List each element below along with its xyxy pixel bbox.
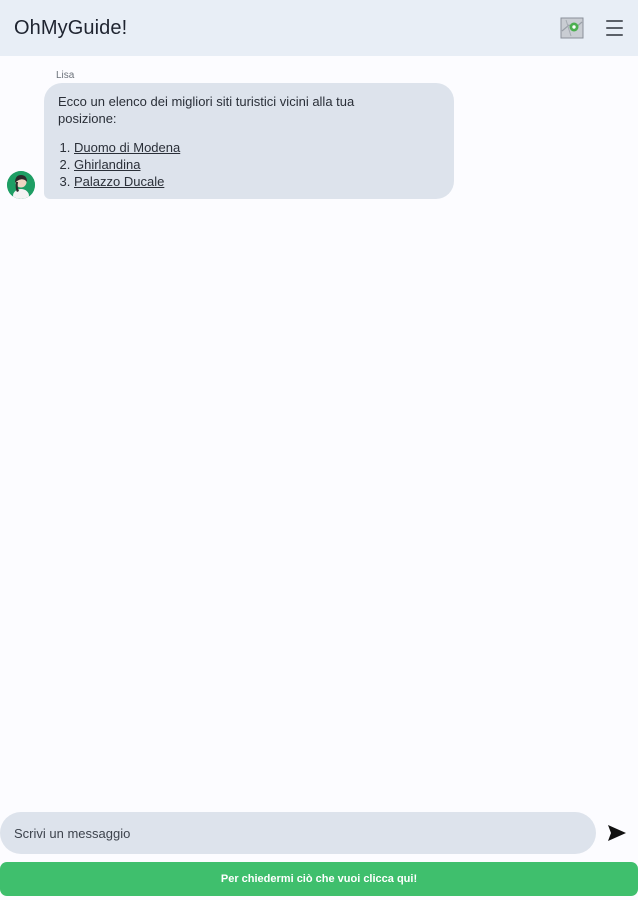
list-item: Duomo di Modena: [74, 139, 438, 156]
list-item: Palazzo Ducale: [74, 173, 438, 190]
menu-button[interactable]: [601, 15, 627, 41]
chat-message-bubble: Ecco un elenco dei migliori siti turisti…: [44, 83, 454, 199]
app-title: OhMyGuide!: [14, 17, 128, 39]
message-text: Ecco un elenco dei migliori siti turisti…: [58, 94, 355, 126]
list-item: Ghirlandina: [74, 156, 438, 173]
message-input[interactable]: [0, 812, 596, 854]
app-header: OhMyGuide!: [0, 0, 638, 56]
hamburger-menu-icon: [605, 20, 623, 36]
site-link-palazzo[interactable]: Palazzo Ducale: [74, 174, 164, 189]
send-button[interactable]: [606, 822, 628, 844]
map-icon: [560, 17, 584, 39]
map-button[interactable]: [559, 15, 585, 41]
guide-avatar-icon: [7, 171, 35, 199]
guide-avatar: [7, 171, 35, 199]
send-icon: [608, 825, 626, 841]
site-link-ghirlandina[interactable]: Ghirlandina: [74, 157, 141, 172]
message-sender: Lisa: [56, 70, 75, 81]
ask-anything-button[interactable]: Per chiedermi ciò che vuoi clicca qui!: [0, 862, 638, 896]
site-list: Duomo di Modena Ghirlandina Palazzo Duca…: [58, 139, 438, 190]
site-link-duomo[interactable]: Duomo di Modena: [74, 140, 180, 155]
